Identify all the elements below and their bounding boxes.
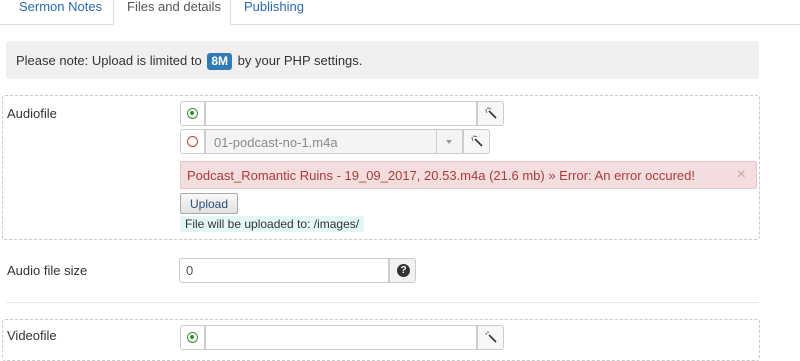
tab-bar: Sermon Notes Files and details Publishin… xyxy=(0,0,800,25)
question-circle-icon: ? xyxy=(397,264,410,277)
select-value: 01-podcast-no-1.m4a xyxy=(214,135,338,150)
upload-button[interactable]: Upload xyxy=(180,193,238,214)
notice-prefix: Please note: Upload is limited to xyxy=(16,53,202,68)
audio-file-size-input[interactable] xyxy=(179,258,389,283)
divider xyxy=(6,302,758,303)
audio-file-size-label: Audio file size xyxy=(7,263,88,278)
tab-sermon-notes[interactable]: Sermon Notes xyxy=(0,0,113,24)
upload-destination-info: File will be uploaded to: /images/ xyxy=(180,216,365,232)
videofile-label: Videofile xyxy=(7,328,57,343)
close-icon[interactable]: × xyxy=(737,167,746,183)
videofile-url-input[interactable] xyxy=(205,325,477,350)
error-message: Podcast_Romantic Ruins - 19_09_2017, 20.… xyxy=(187,168,695,183)
tab-label: Sermon Notes xyxy=(19,0,103,14)
chevron-down-icon xyxy=(446,140,452,144)
magic-wand-icon xyxy=(471,135,483,147)
tab-files-and-details[interactable]: Files and details xyxy=(113,0,231,25)
limit-badge: 8M xyxy=(207,53,233,70)
radio-unchecked-icon xyxy=(187,136,198,147)
audiofile-label: Audiofile xyxy=(7,106,57,121)
video-url-radio[interactable] xyxy=(180,325,205,350)
url-radio[interactable] xyxy=(180,101,205,126)
radio-checked-icon xyxy=(187,108,198,119)
clear-video-url-button[interactable] xyxy=(477,325,504,350)
help-button[interactable]: ? xyxy=(389,258,416,283)
clear-url-button[interactable] xyxy=(477,101,504,126)
tab-label: Files and details xyxy=(127,0,221,14)
select-radio[interactable] xyxy=(180,129,205,154)
magic-wand-icon xyxy=(485,331,497,343)
magic-wand-icon xyxy=(485,107,497,119)
upload-error-alert: Podcast_Romantic Ruins - 19_09_2017, 20.… xyxy=(180,161,757,189)
notice-suffix: by your PHP settings. xyxy=(237,53,363,68)
select-dropdown-toggle[interactable] xyxy=(436,129,463,154)
notice-text: Please note: Upload is limited to 8M by … xyxy=(16,53,362,70)
audiofile-url-input[interactable] xyxy=(205,101,477,126)
clear-select-button[interactable] xyxy=(463,129,490,154)
upload-limit-notice: Please note: Upload is limited to 8M by … xyxy=(6,41,759,79)
tab-publishing[interactable]: Publishing xyxy=(230,0,330,24)
tab-label: Publishing xyxy=(244,0,304,14)
audiofile-select[interactable]: 01-podcast-no-1.m4a xyxy=(205,129,463,154)
